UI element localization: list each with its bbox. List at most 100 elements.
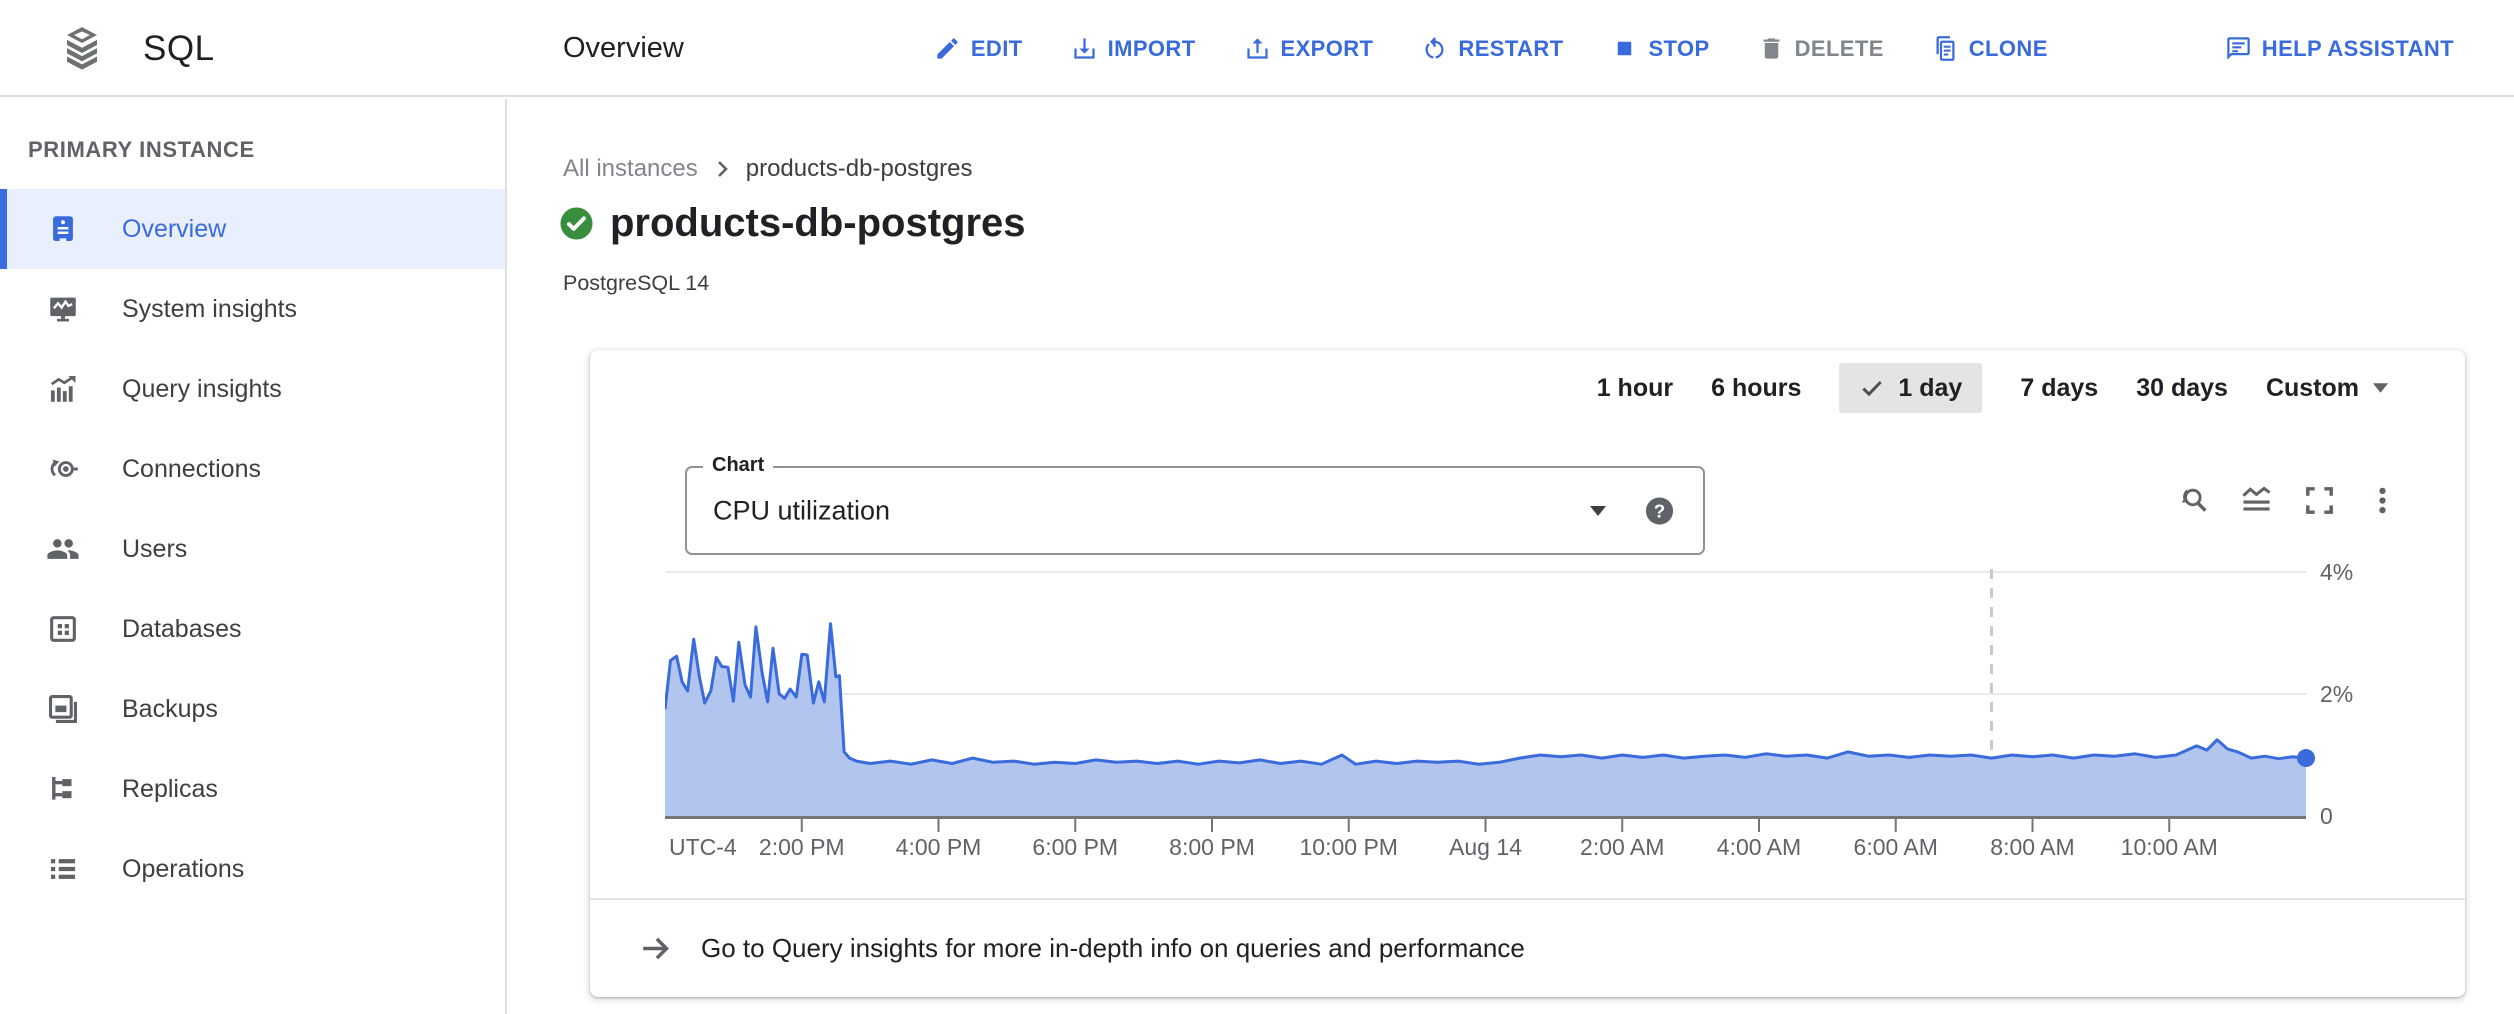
- time-range-30-days[interactable]: 30 days: [2136, 363, 2228, 413]
- y-tick-label: 0: [2320, 803, 2333, 829]
- chevron-down-icon: [1589, 505, 1607, 517]
- stop-label: STOP: [1648, 36, 1709, 62]
- upload-icon: [1244, 35, 1271, 62]
- table-grid-icon: [46, 612, 80, 646]
- toolbar: EDIT IMPORT EXPORT RESTART STOP DELETE: [934, 35, 2454, 62]
- connection-plug-icon: [46, 452, 80, 486]
- time-range-custom[interactable]: Custom: [2266, 363, 2389, 413]
- delete-label: DELETE: [1795, 36, 1884, 62]
- sidebar-item-label: Users: [122, 535, 187, 564]
- clone-icon: [1932, 35, 1959, 62]
- sidebar-item-databases[interactable]: Databases: [0, 589, 505, 669]
- bar-chart-trend-icon: [46, 372, 80, 406]
- clone-button[interactable]: CLONE: [1932, 35, 2048, 62]
- breadcrumb-current: products-db-postgres: [746, 155, 973, 183]
- area-chart-icon[interactable]: [2240, 484, 2273, 517]
- instance-engine: PostgreSQL 14: [563, 271, 709, 296]
- sidebar-item-label: Query insights: [122, 375, 282, 404]
- time-range-1-day[interactable]: 1 day: [1839, 363, 1982, 413]
- clone-label: CLONE: [1969, 36, 2048, 62]
- sidebar-section-label: PRIMARY INSTANCE: [28, 137, 505, 163]
- x-tick-label: 6:00 AM: [1854, 834, 1938, 860]
- stop-button[interactable]: STOP: [1611, 35, 1709, 62]
- sidebar-item-connections[interactable]: Connections: [0, 429, 505, 509]
- query-insights-link-text: Go to Query insights for more in-depth i…: [701, 933, 1525, 964]
- time-range-6-hours[interactable]: 6 hours: [1711, 363, 1801, 413]
- latest-point-dot: [2297, 749, 2315, 767]
- header-main: Overview EDIT IMPORT EXPORT RESTART STOP: [507, 0, 2514, 97]
- more-vert-icon[interactable]: [2366, 484, 2399, 517]
- list-icon: [46, 852, 80, 886]
- time-range-label: 1 hour: [1597, 374, 1673, 403]
- timezone-label: UTC-4: [669, 834, 737, 860]
- restart-label: RESTART: [1458, 36, 1563, 62]
- metrics-card: 1 hour 6 hours 1 day 7 days 30 days Cust…: [590, 350, 2465, 997]
- time-range-label: 1 day: [1898, 374, 1962, 403]
- sidebar-item-label: Replicas: [122, 775, 218, 804]
- download-icon: [1071, 35, 1098, 62]
- fullscreen-icon[interactable]: [2303, 484, 2336, 517]
- export-label: EXPORT: [1281, 36, 1374, 62]
- edit-label: EDIT: [971, 36, 1023, 62]
- restart-button[interactable]: RESTART: [1421, 35, 1563, 62]
- x-tick-label: 10:00 AM: [2121, 834, 2218, 860]
- trash-icon: [1758, 35, 1785, 62]
- sidebar-item-label: Overview: [122, 215, 226, 244]
- y-tick-label: 2%: [2320, 681, 2353, 707]
- cpu-area-fill: [665, 624, 2306, 816]
- sidebar-item-operations[interactable]: Operations: [0, 829, 505, 909]
- x-tick-label: 4:00 PM: [896, 834, 982, 860]
- import-button[interactable]: IMPORT: [1071, 35, 1196, 62]
- sidebar-item-users[interactable]: Users: [0, 509, 505, 589]
- chart-select-label: Chart: [703, 454, 773, 477]
- sidebar: PRIMARY INSTANCE Overview System insight…: [0, 99, 507, 1014]
- breadcrumb: All instances products-db-postgres: [563, 155, 973, 183]
- instance-name: products-db-postgres: [610, 201, 1026, 246]
- check-icon: [1859, 375, 1885, 401]
- sidebar-item-overview[interactable]: Overview: [0, 189, 505, 269]
- instance-title-row: products-db-postgres: [559, 201, 1026, 246]
- stop-square-icon: [1611, 35, 1638, 62]
- breadcrumb-all-instances[interactable]: All instances: [563, 155, 698, 183]
- help-icon[interactable]: ?: [1644, 495, 1675, 526]
- time-range-label: 6 hours: [1711, 374, 1801, 403]
- check-circle-icon: [559, 206, 594, 241]
- chevron-right-icon: [710, 157, 734, 181]
- edit-button[interactable]: EDIT: [934, 35, 1023, 62]
- sidebar-item-label: Connections: [122, 455, 261, 484]
- y-tick-label: 4%: [2320, 559, 2353, 585]
- chart-tools: [2177, 484, 2399, 517]
- chart-select-value: CPU utilization: [713, 495, 890, 526]
- svg-text:?: ?: [1654, 500, 1665, 521]
- power-restart-icon: [1421, 35, 1448, 62]
- product-name: SQL: [143, 29, 215, 69]
- x-tick-label: 10:00 PM: [1300, 834, 1398, 860]
- x-tick-label: 2:00 AM: [1580, 834, 1664, 860]
- sidebar-item-label: System insights: [122, 295, 297, 324]
- product-logo-area: SQL: [0, 0, 507, 97]
- time-range-1-hour[interactable]: 1 hour: [1597, 363, 1673, 413]
- sidebar-item-label: Databases: [122, 615, 242, 644]
- sidebar-item-replicas[interactable]: Replicas: [0, 749, 505, 829]
- zoom-reset-icon[interactable]: [2177, 484, 2210, 517]
- time-range-7-days[interactable]: 7 days: [2020, 363, 2098, 413]
- x-tick-label: 8:00 PM: [1169, 834, 1255, 860]
- cpu-chart-svg: 2:00 PM4:00 PM6:00 PM8:00 PM10:00 PMAug …: [665, 559, 2465, 869]
- export-button[interactable]: EXPORT: [1244, 35, 1374, 62]
- chat-bubble-icon: [2225, 35, 2252, 62]
- query-insights-link[interactable]: Go to Query insights for more in-depth i…: [590, 898, 2465, 997]
- help-assistant-label: HELP ASSISTANT: [2262, 36, 2454, 62]
- time-range-label: 7 days: [2020, 374, 2098, 403]
- cpu-utilization-chart[interactable]: 2:00 PM4:00 PM6:00 PM8:00 PM10:00 PMAug …: [665, 559, 2465, 869]
- tree-branch-icon: [46, 772, 80, 806]
- import-label: IMPORT: [1108, 36, 1196, 62]
- sidebar-item-backups[interactable]: Backups: [0, 669, 505, 749]
- help-assistant-button[interactable]: HELP ASSISTANT: [2225, 35, 2454, 62]
- page-title: Overview: [563, 32, 684, 65]
- delete-button[interactable]: DELETE: [1758, 35, 1884, 62]
- chart-metric-select[interactable]: Chart CPU utilization ?: [685, 466, 1705, 555]
- sidebar-item-query-insights[interactable]: Query insights: [0, 349, 505, 429]
- copy-window-icon: [46, 692, 80, 726]
- arrow-right-icon: [639, 932, 672, 965]
- sidebar-item-system-insights[interactable]: System insights: [0, 269, 505, 349]
